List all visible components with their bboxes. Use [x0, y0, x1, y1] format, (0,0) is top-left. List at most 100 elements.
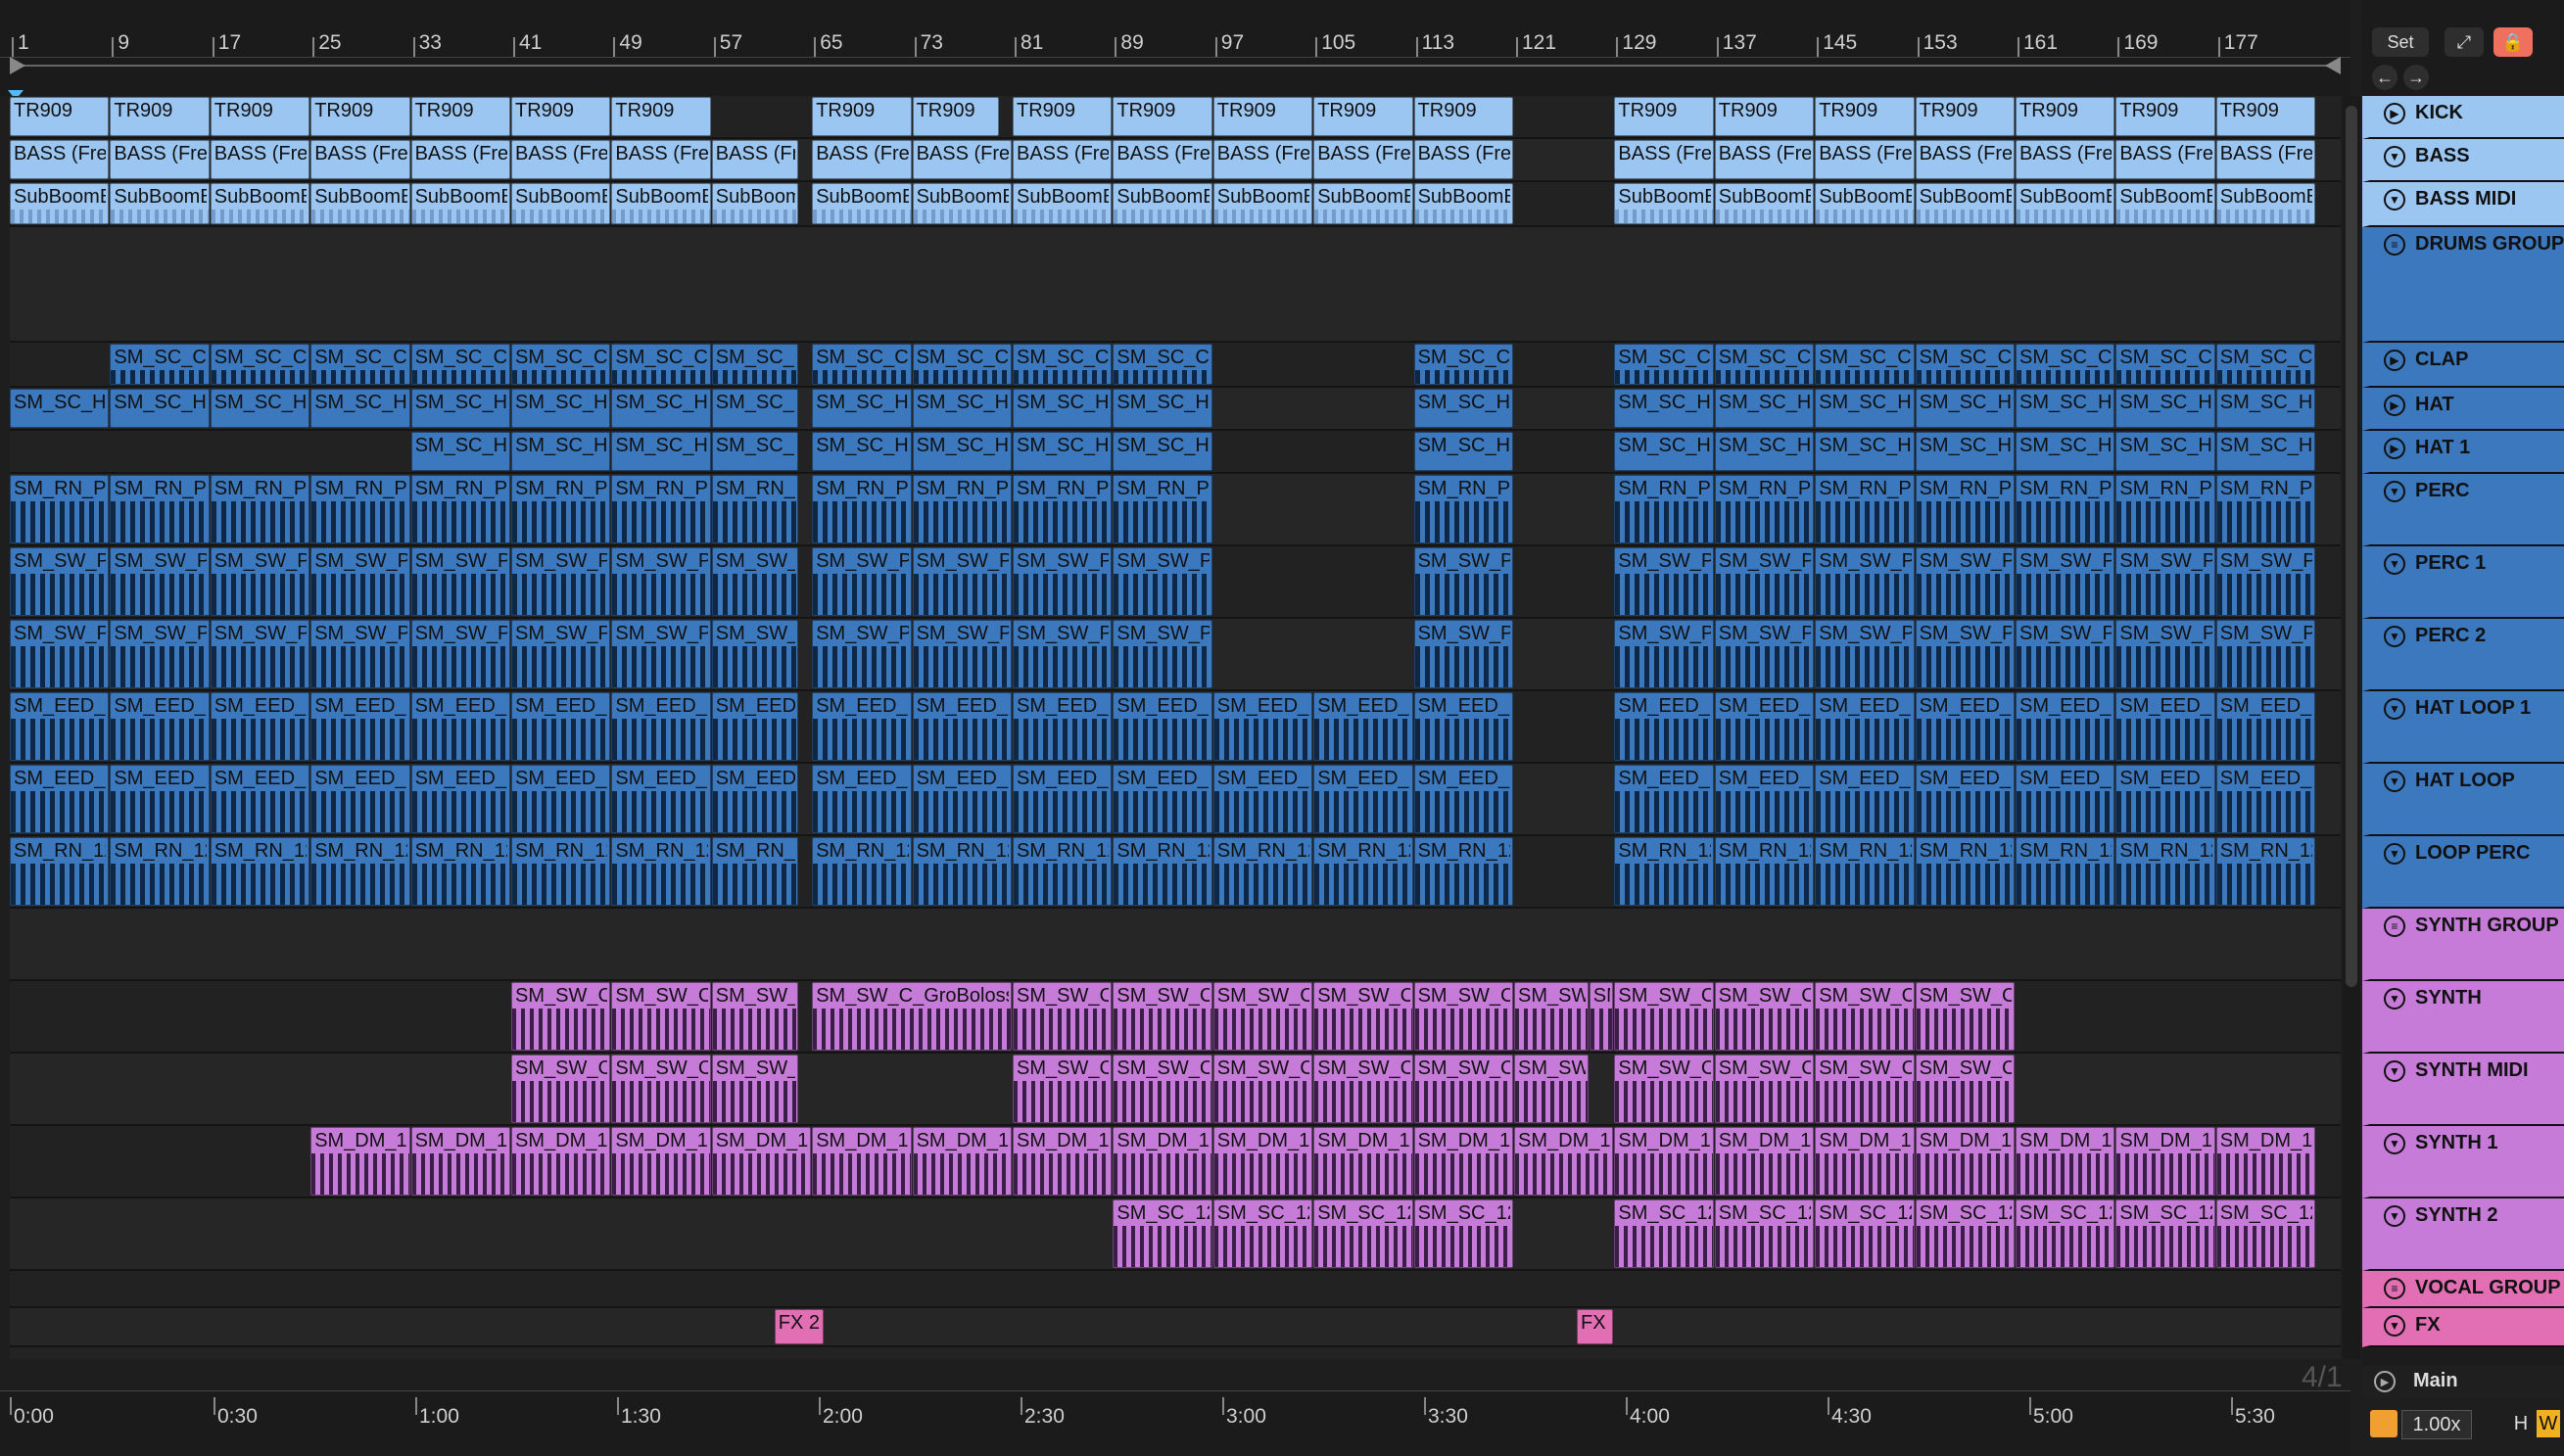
clip[interactable]: SM_RN_12 — [2115, 837, 2215, 906]
clip[interactable]: SM_RN_Perc — [2215, 475, 2316, 543]
collapse-track-icon[interactable]: ▼ — [2384, 1060, 2405, 1082]
clip[interactable]: SM_SW_Perc — [511, 547, 611, 616]
clip[interactable]: SubBoomBass — [2215, 183, 2316, 224]
clip[interactable]: SM_SW_Perc — [2115, 620, 2215, 688]
clip[interactable]: SM_SW_C — [1212, 982, 1313, 1051]
clip[interactable]: SM_SW_Perc — [611, 547, 711, 616]
clip[interactable]: SM_EED_1 — [10, 692, 110, 761]
clip[interactable]: TR909 — [2215, 97, 2316, 136]
clip[interactable]: SM_EED_1 — [812, 765, 912, 833]
clip[interactable]: SM_SW_C — [1113, 982, 1212, 1051]
clip[interactable]: SM_SW_Perc — [410, 620, 510, 688]
clip[interactable]: SubBoomBass — [110, 183, 210, 224]
clip[interactable]: TR909 — [1915, 97, 2015, 136]
clip[interactable]: SM_SW_Perc — [1614, 620, 1714, 688]
clip[interactable]: SM_SW_C — [1714, 982, 1815, 1051]
clip[interactable]: BASS (Freq) — [1614, 140, 1714, 179]
track-header-perc-2[interactable]: ▼ PERC 2 — [2362, 619, 2564, 691]
clip[interactable]: SM_DM_1 — [611, 1127, 711, 1196]
clip[interactable]: SM_SC_Clap — [110, 344, 210, 385]
clip[interactable]: SM_SW_C — [611, 1055, 711, 1123]
clip[interactable]: BASS (Freq) — [1915, 140, 2015, 179]
vertical-scrollbar[interactable] — [2343, 96, 2360, 1359]
clip[interactable]: SM_SC_12 — [1614, 1199, 1714, 1268]
clip[interactable]: SM_EED_1 — [1013, 692, 1113, 761]
clip[interactable]: SubBoomBass — [210, 183, 310, 224]
clip[interactable]: TR909 — [1714, 97, 1815, 136]
clip[interactable]: SM_EED_1 — [711, 765, 799, 833]
clip[interactable]: SM_SC_Hat — [2115, 389, 2215, 428]
clip[interactable]: SM_EED_1 — [10, 765, 110, 833]
clip[interactable]: BASS (Freq) — [912, 140, 1012, 179]
clip[interactable]: SM_DM_1 — [912, 1127, 1012, 1196]
clip[interactable]: SM_SW_C_GroBoloss — [812, 982, 1012, 1051]
clip[interactable]: SM_RN_Perc — [611, 475, 711, 543]
clip[interactable]: SM_EED_1 — [912, 692, 1012, 761]
clip[interactable]: SM_SC_Hat — [511, 389, 611, 428]
clip[interactable]: BASS (Freq) — [2016, 140, 2115, 179]
clip[interactable]: SubBoomBass — [310, 183, 410, 224]
loop-start-marker[interactable] — [10, 57, 25, 74]
collapse-track-icon[interactable]: ▼ — [2384, 189, 2405, 211]
clip[interactable]: SM_SC_Clap — [410, 344, 510, 385]
clip[interactable]: SM_SW_C — [1614, 1055, 1714, 1123]
clip[interactable]: SM_DM_1 — [2016, 1127, 2115, 1196]
clip[interactable]: SM_SC_Clap — [210, 344, 310, 385]
clip[interactable]: TR909 — [1614, 97, 1714, 136]
clip[interactable]: SM_SW_Perc — [1915, 547, 2015, 616]
lane-drums-group[interactable] — [10, 227, 2341, 343]
clip[interactable]: SM_SW_C — [1313, 982, 1413, 1051]
clip[interactable]: SM_SC_12 — [1113, 1199, 1212, 1268]
clip[interactable]: SubBoomBass — [912, 183, 1012, 224]
clip[interactable]: SM_EED_1 — [1313, 765, 1413, 833]
clip[interactable]: SM_EED_1 — [1714, 765, 1815, 833]
clip[interactable]: BASS (Freq) — [1013, 140, 1113, 179]
clip[interactable]: SM_RN_12 — [1013, 837, 1113, 906]
clip[interactable]: SubBoomBass — [10, 183, 110, 224]
track-header-synth-group[interactable]: ≡ SYNTH GROUP — [2362, 909, 2564, 981]
clip[interactable]: SM_SC_Hat — [711, 389, 799, 428]
clip[interactable]: SM_RN_12 — [1413, 837, 1513, 906]
main-track-header[interactable]: ▶ Main — [2362, 1365, 2564, 1398]
track-header-drums-group[interactable]: ≡ DRUMS GROUP — [2362, 227, 2564, 343]
clip[interactable]: SM_SW_Perc — [10, 547, 110, 616]
clip[interactable]: SubBoomBass — [1212, 183, 1313, 224]
clip[interactable]: SM_SC_Hat — [1614, 432, 1714, 471]
clip[interactable]: SM_SW_C — [1915, 1055, 2015, 1123]
clip[interactable]: SM_EED_1 — [110, 692, 210, 761]
clip[interactable]: SM_EED_1 — [2215, 765, 2316, 833]
expand-track-icon[interactable]: ▶ — [2384, 395, 2405, 416]
loop-brace[interactable] — [10, 57, 2341, 74]
clip[interactable]: SM_EED_1 — [2016, 765, 2115, 833]
clip[interactable]: SM_SC_Clap — [1614, 344, 1714, 385]
clip[interactable]: SubBoomBass — [511, 183, 611, 224]
track-header-hat-loop[interactable]: ▼ HAT LOOP — [2362, 764, 2564, 836]
clip[interactable]: SM_SC_Hat — [210, 389, 310, 428]
clip[interactable]: SM_SC_12 — [1915, 1199, 2015, 1268]
clip[interactable]: SM_RN_Perc — [410, 475, 510, 543]
clip[interactable]: TR909 — [611, 97, 711, 136]
clip[interactable]: SM_SC_Hat — [1815, 389, 1915, 428]
clip[interactable]: SM_SW_C — [1413, 982, 1513, 1051]
clip[interactable]: SM_RN_12 — [1714, 837, 1815, 906]
clip[interactable]: SM_RN_Perc — [912, 475, 1012, 543]
clip[interactable]: SM_DM_1 — [310, 1127, 410, 1196]
clip[interactable]: SM_SW_Perc — [912, 620, 1012, 688]
clip[interactable]: SubBoomBass — [711, 183, 799, 224]
collapse-track-icon[interactable]: ▼ — [2384, 771, 2405, 792]
lock-icon[interactable]: 🔒 — [2493, 27, 2533, 57]
clip[interactable]: SM_RN_Perc — [2016, 475, 2115, 543]
clip[interactable]: SM_EED_1 — [410, 765, 510, 833]
clip[interactable]: BASS (Freq) — [310, 140, 410, 179]
clip[interactable]: SM_SW_Perc — [1113, 547, 1212, 616]
clip[interactable]: SM_RN_12 — [611, 837, 711, 906]
clip[interactable]: SM_SC_12 — [1714, 1199, 1815, 1268]
clip[interactable]: SM_SC_Hat — [812, 389, 912, 428]
clip[interactable]: SM_EED_1 — [310, 765, 410, 833]
clip[interactable]: SM_SC_Hat — [1714, 432, 1815, 471]
clip[interactable]: SM_RN_12 — [511, 837, 611, 906]
clip[interactable]: SubBoomBass — [611, 183, 711, 224]
clip[interactable]: SM_EED_1 — [1815, 692, 1915, 761]
clip[interactable]: FX — [1577, 1309, 1614, 1344]
clip[interactable]: TR909 — [1413, 97, 1513, 136]
